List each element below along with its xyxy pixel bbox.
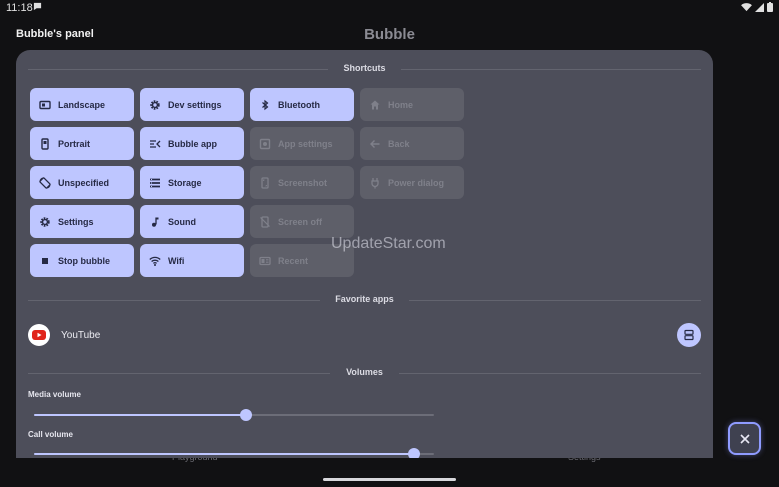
- close-bubble-button[interactable]: [728, 422, 761, 455]
- tile-portrait[interactable]: Portrait: [30, 127, 134, 160]
- tile-label: App settings: [278, 138, 333, 149]
- bubble-panel: Shortcuts Landscape Dev settings Bluetoo…: [16, 50, 713, 458]
- tile-screenshot[interactable]: Screenshot: [250, 166, 354, 199]
- portrait-icon: [38, 137, 52, 151]
- storage-icon: [148, 176, 162, 190]
- gear-icon: [38, 215, 52, 229]
- shortcuts-header: Shortcuts: [28, 62, 701, 76]
- tile-label: Wifi: [168, 255, 185, 266]
- tile-stop-bubble[interactable]: Stop bubble: [30, 244, 134, 277]
- call-volume-slider[interactable]: [34, 453, 434, 455]
- media-volume-fill: [34, 414, 246, 416]
- tile-label: Unspecified: [58, 177, 110, 188]
- volumes-header: Volumes: [28, 366, 701, 380]
- favorite-app-name: YouTube: [61, 330, 101, 341]
- tile-sound[interactable]: Sound: [140, 205, 244, 238]
- stop-icon: [38, 254, 52, 268]
- favorites-header: Favorite apps: [28, 293, 701, 307]
- tile-landscape[interactable]: Landscape: [30, 88, 134, 121]
- tile-storage[interactable]: Storage: [140, 166, 244, 199]
- watermark: UpdateStar.com: [331, 235, 446, 252]
- status-icons: [741, 2, 773, 12]
- shortcuts-title: Shortcuts: [343, 63, 386, 73]
- wifi-icon: [148, 254, 162, 268]
- music-note-icon: [148, 215, 162, 229]
- landscape-icon: [38, 98, 52, 112]
- tile-label: Sound: [168, 216, 196, 227]
- tile-label: Settings: [58, 216, 94, 227]
- close-icon: [739, 433, 750, 444]
- call-volume-thumb[interactable]: [408, 448, 420, 458]
- home-icon: [368, 98, 382, 112]
- tile-power-dialog[interactable]: Power dialog: [360, 166, 464, 199]
- status-time: 11:18: [6, 2, 33, 14]
- tile-label: Screen off: [278, 216, 323, 227]
- tile-label: Storage: [168, 177, 202, 188]
- arrow-left-icon: [368, 137, 382, 151]
- screen-off-icon: [258, 215, 272, 229]
- tile-label: Home: [388, 99, 414, 110]
- tile-home[interactable]: Home: [360, 88, 464, 121]
- call-volume-label: Call volume: [28, 430, 73, 439]
- tile-label: Stop bubble: [58, 255, 110, 266]
- call-volume-fill: [34, 453, 414, 455]
- tile-unspecified[interactable]: Unspecified: [30, 166, 134, 199]
- favorite-app-youtube[interactable]: YouTube: [16, 322, 713, 348]
- app-title: Bubble: [364, 26, 415, 43]
- tile-label: Bubble app: [168, 138, 217, 149]
- bluetooth-icon: [258, 98, 272, 112]
- split-screen-button[interactable]: [677, 323, 701, 347]
- tile-wifi[interactable]: Wifi: [140, 244, 244, 277]
- chat-bubble-icon: [33, 2, 42, 11]
- tile-settings[interactable]: Settings: [30, 205, 134, 238]
- split-screen-icon: [684, 329, 694, 341]
- bubble-app-icon: [148, 137, 162, 151]
- status-bar: 11:18: [0, 0, 779, 16]
- tile-dev-settings[interactable]: Dev settings: [140, 88, 244, 121]
- recent-icon: [258, 254, 272, 268]
- home-indicator[interactable]: [323, 478, 456, 481]
- tile-label: Landscape: [58, 99, 106, 110]
- screenshot-icon: [258, 176, 272, 190]
- tile-label: Power dialog: [388, 177, 445, 188]
- media-volume-thumb[interactable]: [240, 409, 252, 421]
- tile-label: Recent: [278, 255, 309, 266]
- youtube-icon: [28, 324, 50, 346]
- media-volume-label: Media volume: [28, 390, 81, 399]
- favorites-title: Favorite apps: [335, 294, 394, 304]
- app-settings-icon: [258, 137, 272, 151]
- tile-bubble-app[interactable]: Bubble app: [140, 127, 244, 160]
- rotate-icon: [38, 176, 52, 190]
- tile-app-settings[interactable]: App settings: [250, 127, 354, 160]
- tile-label: Screenshot: [278, 177, 328, 188]
- media-volume-slider[interactable]: [34, 414, 434, 416]
- tile-label: Portrait: [58, 138, 91, 149]
- tile-label: Back: [388, 138, 410, 149]
- wifi-signal-icon: [741, 2, 752, 11]
- tile-bluetooth[interactable]: Bluetooth: [250, 88, 354, 121]
- tile-label: Dev settings: [168, 99, 222, 110]
- tile-back[interactable]: Back: [360, 127, 464, 160]
- battery-icon: [767, 2, 773, 12]
- tile-label: Bluetooth: [278, 99, 320, 110]
- volumes-title: Volumes: [346, 367, 383, 377]
- cell-signal-icon: [755, 2, 764, 12]
- gear-icon: [148, 98, 162, 112]
- power-plug-icon: [368, 176, 382, 190]
- tile-screen-off[interactable]: Screen off: [250, 205, 354, 238]
